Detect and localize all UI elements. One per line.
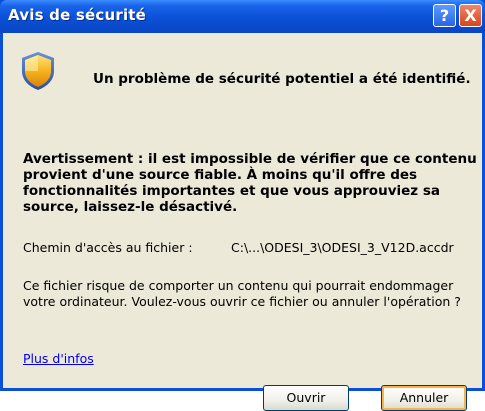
- open-button[interactable]: Ouvrir: [263, 385, 349, 411]
- shield-warning-icon: [22, 52, 54, 90]
- dialog-title: Avis de sécurité: [8, 6, 147, 24]
- more-info-link[interactable]: Plus d'infos: [23, 351, 94, 366]
- close-button[interactable]: X: [459, 4, 482, 27]
- file-path-label: Chemin d'accès au fichier :: [23, 240, 193, 255]
- security-dialog-window: Avis de sécurité ? X Un problème de sécu…: [0, 0, 485, 411]
- dialog-body: Un problème de sécurité potentiel a été …: [3, 33, 482, 411]
- security-headline: Un problème de sécurité potentiel a été …: [93, 71, 471, 87]
- file-path-value: C:\...\ODESI_3\ODESI_3_V12D.accdr: [231, 240, 454, 255]
- warning-text: Avertissement : il est impossible de vér…: [23, 151, 477, 215]
- risk-info-text: Ce fichier risque de comporter un conten…: [23, 278, 461, 309]
- title-bar[interactable]: Avis de sécurité ? X: [0, 0, 485, 33]
- file-path-row: Chemin d'accès au fichier : C:\...\ODESI_…: [23, 240, 454, 255]
- help-button[interactable]: ?: [433, 4, 456, 27]
- cancel-button[interactable]: Annuler: [381, 385, 467, 411]
